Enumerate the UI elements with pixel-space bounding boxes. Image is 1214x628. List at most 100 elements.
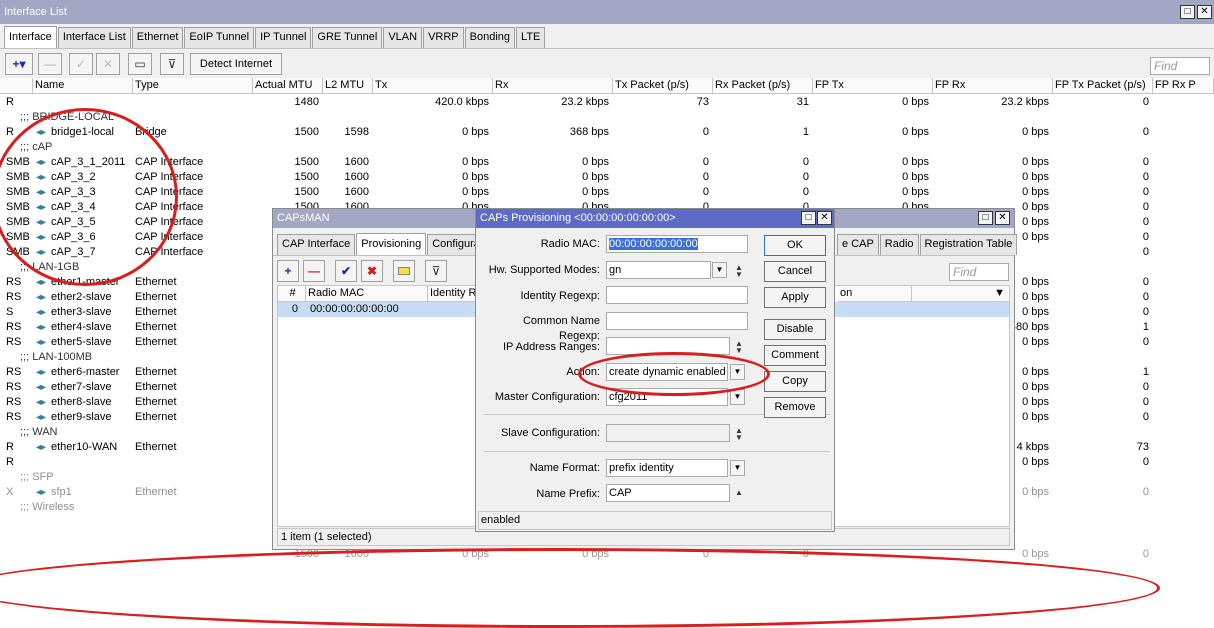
table-row[interactable]: SMB ◂▸ cAP_3_1_2011 CAP Interface 1500 1600 0 … bbox=[0, 155, 1214, 170]
slave-config-updown-icon[interactable]: ▲ ▼ bbox=[734, 427, 744, 442]
section-comment-row[interactable]: ;;; BRIDGE-LOCAL bbox=[0, 110, 1214, 125]
capsman-find-input[interactable]: Find bbox=[949, 263, 1009, 281]
cell-actual-mtu: 1500 bbox=[294, 171, 319, 183]
cell-flags: R bbox=[6, 441, 14, 453]
ok-button[interactable]: OK bbox=[764, 235, 826, 256]
identity-regexp-input[interactable] bbox=[606, 286, 748, 304]
window-title-bar[interactable]: Interface List bbox=[0, 0, 1214, 24]
apply-button[interactable]: Apply bbox=[764, 287, 826, 308]
col-header-name[interactable]: Name bbox=[33, 78, 133, 94]
tab-cap-interface[interactable]: CAP Interface bbox=[277, 234, 356, 255]
remove-button[interactable]: — bbox=[38, 53, 62, 75]
section-comment-row[interactable]: ;;; cAP bbox=[0, 140, 1214, 155]
dialog-maximize-button[interactable]: □ bbox=[801, 211, 816, 225]
table-row[interactable]: SMB ◂▸ cAP_3_3 CAP Interface 1500 1600 0 bps 0 … bbox=[0, 185, 1214, 200]
col-header-identity-regexp[interactable]: Identity R bbox=[428, 286, 478, 302]
tab-interface[interactable]: Interface bbox=[4, 26, 57, 48]
table-row[interactable]: SMB ◂▸ cAP_3_2 CAP Interface 1500 1600 0 bps 0 … bbox=[0, 170, 1214, 185]
cell-name: sfp1 bbox=[51, 486, 72, 498]
find-input[interactable]: Find bbox=[1150, 57, 1210, 75]
detect-internet-button[interactable]: Detect Internet bbox=[190, 53, 282, 75]
cell-num: 0 bbox=[291, 303, 298, 315]
tab-provisioning[interactable]: Provisioning bbox=[356, 233, 427, 255]
add-button[interactable]: +▾ bbox=[5, 53, 33, 75]
cell-fp-rx: 23.2 kbps bbox=[1001, 96, 1049, 108]
col-header-fp-tx-packet[interactable]: FP Tx Packet (p/s) bbox=[1053, 78, 1153, 94]
capsman-enable-button[interactable]: ✔ bbox=[335, 260, 357, 282]
tab-interface-list[interactable]: Interface List bbox=[57, 27, 131, 48]
cell-fp-tx-packet: 0 bbox=[1142, 381, 1149, 393]
capsman-disable-button[interactable]: ✖ bbox=[361, 260, 383, 282]
filter-button[interactable]: ⊽ bbox=[160, 53, 184, 75]
cancel-button[interactable]: Cancel bbox=[764, 261, 826, 282]
col-header-rx-packet[interactable]: Rx Packet (p/s) bbox=[713, 78, 813, 94]
slave-config-select[interactable] bbox=[606, 424, 730, 442]
cell-rx: 368 bps bbox=[569, 126, 609, 138]
remove-button[interactable]: Remove bbox=[764, 397, 826, 418]
maximize-button[interactable]: □ bbox=[1180, 5, 1195, 19]
interface-icon: ◂▸ bbox=[36, 367, 47, 378]
annotation-circle-bottom bbox=[0, 548, 1160, 628]
tab-gre-tunnel[interactable]: GRE Tunnel bbox=[312, 27, 383, 48]
tab-bonding[interactable]: Bonding bbox=[464, 27, 516, 48]
name-format-select[interactable]: prefix identity bbox=[606, 459, 728, 477]
interface-icon: ◂▸ bbox=[36, 307, 47, 318]
col-header-tx[interactable]: Tx bbox=[373, 78, 493, 94]
capsman-remove-button[interactable]: — bbox=[303, 260, 325, 282]
capsman-maximize-button[interactable]: □ bbox=[978, 211, 993, 225]
disable-button[interactable]: ✕ bbox=[96, 53, 120, 75]
capsman-add-button[interactable]: + bbox=[277, 260, 299, 282]
tab-eoip-tunnel[interactable]: EoIP Tunnel bbox=[184, 27, 255, 48]
tab-ethernet[interactable]: Ethernet bbox=[131, 27, 184, 48]
hw-modes-dropdown-icon[interactable]: ▼ bbox=[712, 262, 727, 278]
tab-vlan[interactable]: VLAN bbox=[383, 27, 423, 48]
col-header-fp-rx[interactable]: FP Rx bbox=[933, 78, 1053, 94]
cell-flags: X bbox=[6, 486, 14, 498]
copy-button[interactable]: Copy bbox=[764, 371, 826, 392]
col-header-tx-packet[interactable]: Tx Packet (p/s) bbox=[613, 78, 713, 94]
common-name-regexp-input[interactable] bbox=[606, 312, 748, 330]
col-header-num[interactable]: # bbox=[278, 286, 306, 302]
tab-lte[interactable]: LTE bbox=[516, 27, 546, 48]
annotation-circle-cap-interfaces bbox=[0, 108, 178, 286]
cell-name: ether6-master bbox=[51, 366, 120, 378]
enable-button[interactable]: ✓ bbox=[69, 53, 93, 75]
col-header-fp-tx[interactable]: FP Tx bbox=[813, 78, 933, 94]
table-row[interactable]: R 1480 420.0 kbps 23.2 kbps 73 31 0 bps 23.2 kb… bbox=[0, 95, 1214, 110]
dialog-close-button[interactable]: ✕ bbox=[817, 211, 832, 225]
col-header-more[interactable]: ▼ bbox=[912, 286, 1010, 302]
capsman-filter-button[interactable]: ⊽ bbox=[425, 260, 447, 282]
col-header-radio-mac[interactable]: Radio MAC bbox=[306, 286, 428, 302]
col-header-flags[interactable] bbox=[0, 78, 33, 94]
capsman-close-button[interactable]: ✕ bbox=[995, 211, 1010, 225]
hw-modes-select[interactable]: gn bbox=[606, 261, 711, 279]
cell-flags: R bbox=[6, 96, 14, 108]
radio-mac-input[interactable]: 00:00:00:00:00:00 bbox=[606, 235, 748, 253]
col-header-actual-mtu[interactable]: Actual MTU bbox=[253, 78, 323, 94]
table-row[interactable]: R ◂▸ bridge1-local Bridge 1500 1598 0 bps 368 b… bbox=[0, 125, 1214, 140]
close-button[interactable]: ✕ bbox=[1197, 5, 1212, 19]
col-header-l2mtu[interactable]: L2 MTU bbox=[323, 78, 373, 94]
col-header-fp-rx-packet[interactable]: FP Rx P bbox=[1153, 78, 1214, 94]
comment-button[interactable]: Comment bbox=[764, 345, 826, 366]
tab-registration-table[interactable]: Registration Table bbox=[919, 234, 1018, 255]
x-icon: ✖ bbox=[366, 264, 378, 278]
ip-ranges-updown-icon[interactable]: ▲ ▼ bbox=[734, 340, 744, 355]
hw-modes-updown-icon[interactable]: ▲ ▼ bbox=[734, 264, 744, 279]
tab-ip-tunnel[interactable]: IP Tunnel bbox=[255, 27, 312, 48]
tab-remote-cap[interactable]: e CAP bbox=[837, 234, 879, 255]
col-header-on: on bbox=[840, 287, 853, 299]
dialog-title-bar[interactable]: CAPs Provisioning <00:00:00:00:00:00> bbox=[476, 209, 834, 228]
cell-rx: 0 bps bbox=[582, 156, 609, 168]
tab-radio[interactable]: Radio bbox=[879, 234, 919, 255]
tab-vrrp[interactable]: VRRP bbox=[423, 27, 464, 48]
name-prefix-input[interactable]: CAP bbox=[606, 484, 730, 502]
col-header-type[interactable]: Type bbox=[133, 78, 253, 94]
disable-button[interactable]: Disable bbox=[764, 319, 826, 340]
name-format-dropdown-icon[interactable]: ▼ bbox=[730, 460, 745, 476]
cell-fp-tx-packet: 0 bbox=[1142, 126, 1149, 138]
col-header-rx[interactable]: Rx bbox=[493, 78, 613, 94]
capsman-comment-button[interactable] bbox=[393, 260, 415, 282]
name-prefix-collapse-icon[interactable]: ▲ bbox=[734, 489, 744, 497]
comment-button[interactable]: ▭ bbox=[128, 53, 152, 75]
